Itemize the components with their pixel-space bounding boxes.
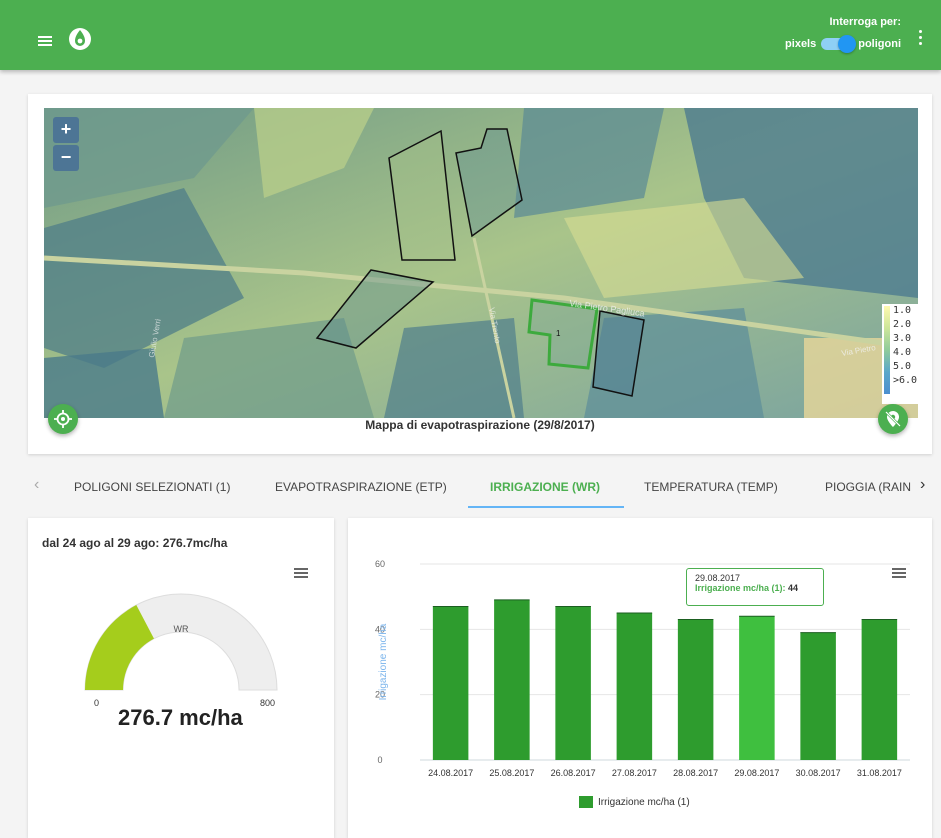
x-tick-label: 31.08.2017 bbox=[857, 768, 902, 778]
location-off-button[interactable] bbox=[878, 404, 908, 434]
legend-label: 2.0 bbox=[893, 319, 912, 330]
map-canvas[interactable]: 1 Via Pietro Pagliuca Via Trento Via Pie… bbox=[44, 108, 918, 418]
zoom-in-button[interactable]: + bbox=[53, 117, 79, 143]
tabs-next-icon[interactable]: › bbox=[920, 476, 925, 494]
tab-rain[interactable]: PIOGGIA (RAIN bbox=[825, 480, 911, 494]
tab-selected-polygons[interactable]: POLIGONI SELEZIONATI (1) bbox=[74, 480, 230, 494]
x-tick-label: 28.08.2017 bbox=[673, 768, 718, 778]
toggle-knob[interactable] bbox=[838, 35, 857, 53]
tooltip-date: 29.08.2017 bbox=[695, 573, 741, 583]
chart-menu-icon[interactable] bbox=[892, 568, 906, 578]
gauge-chart: WR bbox=[84, 593, 278, 691]
bar bbox=[861, 619, 898, 760]
legend-label: 1.0 bbox=[893, 305, 912, 316]
y-axis-label: Irrigazione mc/ha bbox=[378, 623, 389, 700]
gauge-label: WR bbox=[174, 624, 189, 634]
x-tick-label: 25.08.2017 bbox=[489, 768, 534, 778]
bar bbox=[739, 616, 775, 760]
app-header: Interroga per: pixels poligoni bbox=[0, 0, 941, 70]
y-tick-label: 60 bbox=[375, 559, 385, 569]
bar bbox=[555, 606, 591, 760]
query-mode-label: Interroga per: bbox=[829, 16, 901, 28]
legend-label: 5.0 bbox=[893, 361, 912, 372]
legend-series-label: Irrigazione mc/ha (1) bbox=[598, 796, 690, 808]
menu-icon[interactable] bbox=[38, 36, 52, 46]
gauge-menu-icon[interactable] bbox=[294, 568, 308, 578]
tabs-prev-icon[interactable]: ‹ bbox=[34, 476, 39, 494]
gauge-value: 276.7 mc/ha bbox=[118, 705, 243, 730]
chart-tooltip: 29.08.2017 Irrigazione mc/ha (1): 44 bbox=[686, 568, 824, 606]
location-off-icon bbox=[885, 411, 901, 427]
tab-temperature[interactable]: TEMPERATURA (TEMP) bbox=[644, 480, 778, 494]
gauge-max-label: 800 bbox=[260, 698, 276, 708]
x-tick-label: 29.08.2017 bbox=[734, 768, 779, 778]
poligoni-label: poligoni bbox=[858, 38, 901, 50]
bar bbox=[677, 619, 714, 760]
tab-irrigation[interactable]: IRRIGAZIONE (WR) bbox=[490, 480, 600, 494]
legend-label: >6.0 bbox=[893, 375, 918, 386]
app-logo-icon bbox=[69, 28, 91, 50]
legend-swatch bbox=[579, 796, 593, 808]
bar bbox=[432, 606, 469, 760]
more-options-icon[interactable] bbox=[917, 30, 923, 50]
map-caption: Mappa di evapotraspirazione (29/8/2017) bbox=[365, 418, 595, 432]
tab-evapotranspiration[interactable]: EVAPOTRASPIRAZIONE (ETP) bbox=[275, 480, 447, 494]
chart-legend-item[interactable]: Irrigazione mc/ha (1) bbox=[579, 796, 690, 808]
legend-label: 4.0 bbox=[893, 347, 912, 358]
query-mode-switch: pixels poligoni bbox=[785, 35, 901, 53]
chart-card: 0 20 40 60 Irrigazione mc/ha 24.08.2017 25.08.… bbox=[348, 518, 932, 838]
legend-label: 3.0 bbox=[893, 333, 912, 344]
active-tab-indicator bbox=[468, 506, 624, 508]
map-legend: 1.0 2.0 3.0 4.0 5.0 >6.0 bbox=[882, 304, 918, 404]
tooltip-series: Irrigazione mc/ha (1) bbox=[695, 583, 783, 593]
gauge-title: dal 24 ago al 29 ago: 276.7mc/ha bbox=[42, 536, 228, 550]
legend-color-bar bbox=[884, 306, 890, 394]
gauge-card: dal 24 ago al 29 ago: 276.7mc/ha WR 0 80… bbox=[28, 518, 334, 838]
data-tabs: ‹ POLIGONI SELEZIONATI (1) EVAPOTRASPIRA… bbox=[28, 466, 941, 508]
x-tick-label: 27.08.2017 bbox=[612, 768, 657, 778]
zoom-out-button[interactable]: − bbox=[53, 145, 79, 171]
bar bbox=[494, 599, 530, 760]
query-mode-toggle[interactable] bbox=[821, 35, 857, 53]
y-tick-label: 0 bbox=[377, 755, 382, 765]
polygon-label: 1 bbox=[556, 329, 561, 338]
bar bbox=[616, 613, 653, 760]
gauge-min-label: 0 bbox=[94, 698, 100, 708]
pixels-label: pixels bbox=[785, 38, 817, 50]
map-card: 1 Via Pietro Pagliuca Via Trento Via Pie… bbox=[28, 94, 932, 454]
x-tick-label: 26.08.2017 bbox=[551, 768, 596, 778]
tooltip-value: 44 bbox=[788, 583, 799, 593]
x-tick-label: 30.08.2017 bbox=[796, 768, 841, 778]
irrigation-bar-chart: 0204060Irrigazione mc/ha24.08.2017 25.08.… bbox=[375, 559, 910, 778]
bar bbox=[800, 632, 836, 760]
evapotranspiration-map[interactable]: 1 Via Pietro Pagliuca Via Trento Via Pie… bbox=[44, 108, 918, 418]
x-tick-label: 24.08.2017 bbox=[428, 768, 473, 778]
